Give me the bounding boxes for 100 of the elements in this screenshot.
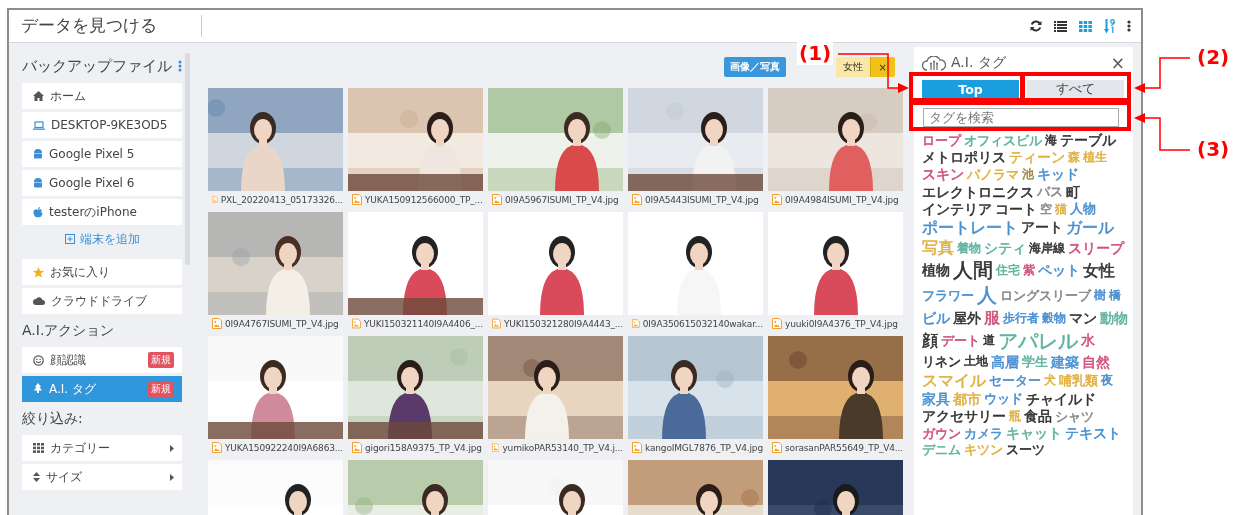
tag[interactable]: 建築: [1051, 353, 1079, 370]
star-icon: [33, 266, 44, 278]
apple-icon: [33, 206, 43, 218]
tag[interactable]: 人間: [953, 258, 993, 283]
tag[interactable]: リネン: [922, 354, 961, 370]
tag[interactable]: 海: [1045, 132, 1057, 148]
tag[interactable]: 瓶: [1009, 408, 1021, 424]
sidebar-item[interactable]: ホーム: [22, 83, 182, 109]
sidebar-item[interactable]: A.I. タグ 新規: [22, 376, 182, 402]
tag[interactable]: 顔: [922, 330, 938, 351]
close-button[interactable]: ×: [1110, 54, 1125, 72]
sidebar-item[interactable]: Google Pixel 5: [22, 141, 182, 167]
tag[interactable]: 人物: [1070, 201, 1096, 217]
tag[interactable]: 樹: [1094, 288, 1106, 303]
image-file-icon: [492, 442, 500, 453]
tag[interactable]: 穀物: [1042, 310, 1066, 326]
list-view-icon[interactable]: [1054, 20, 1067, 32]
tag[interactable]: アート: [1021, 219, 1063, 236]
tag[interactable]: 人: [977, 283, 997, 308]
tag[interactable]: バス: [1037, 184, 1063, 200]
tag[interactable]: デニム: [922, 442, 961, 458]
tag[interactable]: 町: [1066, 183, 1080, 200]
tag[interactable]: ポートレート: [922, 217, 1018, 238]
tag[interactable]: オフィスビル: [964, 132, 1042, 148]
sidebar-item[interactable]: DESKTOP-9KE3OD5: [22, 112, 182, 138]
grid-view-icon[interactable]: [1079, 20, 1092, 32]
window-title: データを見つける: [21, 15, 158, 37]
sidebar-item[interactable]: カテゴリー: [22, 435, 182, 461]
tag[interactable]: 道: [983, 333, 995, 348]
file-name: gigori158A9375_TP_V4.jpg: [365, 442, 482, 453]
sidebar-item[interactable]: Google Pixel 6: [22, 170, 182, 196]
tag[interactable]: コート: [995, 200, 1037, 217]
tag[interactable]: ロープ: [922, 132, 961, 148]
tag[interactable]: 橋: [1109, 288, 1121, 303]
tag[interactable]: アパレル: [998, 328, 1078, 353]
tag[interactable]: アクセサリー: [922, 408, 1006, 425]
tag[interactable]: フラワー: [922, 287, 974, 303]
tag[interactable]: 紫: [1023, 263, 1035, 278]
tab[interactable]: すべて: [1027, 80, 1124, 98]
tag[interactable]: キッド: [1037, 166, 1079, 183]
tag[interactable]: 植物: [922, 262, 950, 279]
remove-button[interactable]: ×: [869, 57, 895, 77]
tag[interactable]: 着物: [957, 240, 981, 255]
tag[interactable]: 学生: [1022, 354, 1048, 370]
tag[interactable]: ビル: [922, 309, 950, 326]
tag[interactable]: スリープ: [1068, 239, 1124, 256]
file-name: 0I9A4767ISUMI_TP_V4.jpg: [225, 318, 339, 329]
tag[interactable]: 空: [1040, 201, 1052, 217]
tag[interactable]: 自然: [1082, 353, 1110, 370]
tag[interactable]: 女性: [1083, 260, 1115, 280]
tab[interactable]: Top: [922, 80, 1019, 98]
tag[interactable]: ペット: [1038, 262, 1080, 279]
tag[interactable]: シャツ: [1055, 408, 1094, 424]
refresh-icon[interactable]: [1030, 20, 1042, 32]
search-field[interactable]: タグを検索: [923, 108, 1119, 127]
sidebar-item[interactable]: 顔認識 新規: [22, 347, 182, 373]
tag[interactable]: 植生: [1083, 150, 1107, 165]
image-file-icon: [352, 442, 362, 453]
tag[interactable]: エレクトロニクス: [922, 183, 1034, 200]
tag[interactable]: カメラ: [964, 425, 1003, 441]
tag[interactable]: ロングスリーブ: [1000, 287, 1091, 303]
tag[interactable]: ガウン: [922, 425, 961, 441]
tag[interactable]: キャット: [1006, 425, 1062, 442]
tag[interactable]: インテリア: [922, 200, 992, 217]
tag[interactable]: ウッド: [984, 391, 1023, 407]
file-name: YUKI150321140I9A4406_...: [363, 318, 483, 329]
sidebar-item[interactable]: サイズ: [22, 464, 182, 490]
tag[interactable]: 土地: [964, 354, 988, 369]
add-device-link[interactable]: 端末を追加: [22, 228, 182, 250]
sidebar-item[interactable]: クラウドドライブ: [22, 288, 182, 314]
more-icon[interactable]: [1127, 20, 1131, 32]
sidebar-item[interactable]: testerのiPhone: [22, 199, 182, 225]
tag[interactable]: スーツ: [1006, 442, 1045, 458]
sidebar-item[interactable]: お気に入り: [22, 259, 182, 285]
tag[interactable]: 食品: [1024, 408, 1052, 425]
tag[interactable]: 池: [1022, 167, 1034, 182]
tag[interactable]: メトロポリス: [922, 149, 1006, 166]
tag[interactable]: テキスト: [1065, 425, 1121, 442]
tag[interactable]: チャイルド: [1026, 390, 1096, 408]
tag[interactable]: マン: [1069, 309, 1097, 326]
tag[interactable]: スキン: [922, 166, 964, 183]
sort-icon[interactable]: [1104, 18, 1115, 34]
tag[interactable]: 屋外: [953, 309, 981, 326]
tag[interactable]: デート: [941, 333, 980, 348]
tag[interactable]: テーブル: [1060, 132, 1116, 149]
tag[interactable]: 高層: [991, 353, 1019, 370]
tag[interactable]: シティ: [984, 239, 1026, 256]
tag[interactable]: 服: [984, 308, 1000, 328]
tag[interactable]: 海岸線: [1029, 240, 1065, 255]
tag[interactable]: 動物: [1100, 309, 1128, 326]
section-heading: A.I.アクション: [22, 322, 116, 340]
tag[interactable]: ガール: [1066, 217, 1114, 238]
tag[interactable]: 住宅: [996, 263, 1020, 278]
tag[interactable]: 水: [1081, 332, 1095, 349]
tag[interactable]: 歩行者: [1003, 310, 1039, 326]
file-name: sorasanPAR55649_TP_V4...: [785, 442, 903, 453]
tag[interactable]: 夜: [1101, 373, 1113, 388]
tag[interactable]: 家具: [922, 390, 950, 408]
type-filter-button[interactable]: 画像／写真: [723, 57, 786, 77]
tag[interactable]: セーター: [989, 372, 1041, 388]
